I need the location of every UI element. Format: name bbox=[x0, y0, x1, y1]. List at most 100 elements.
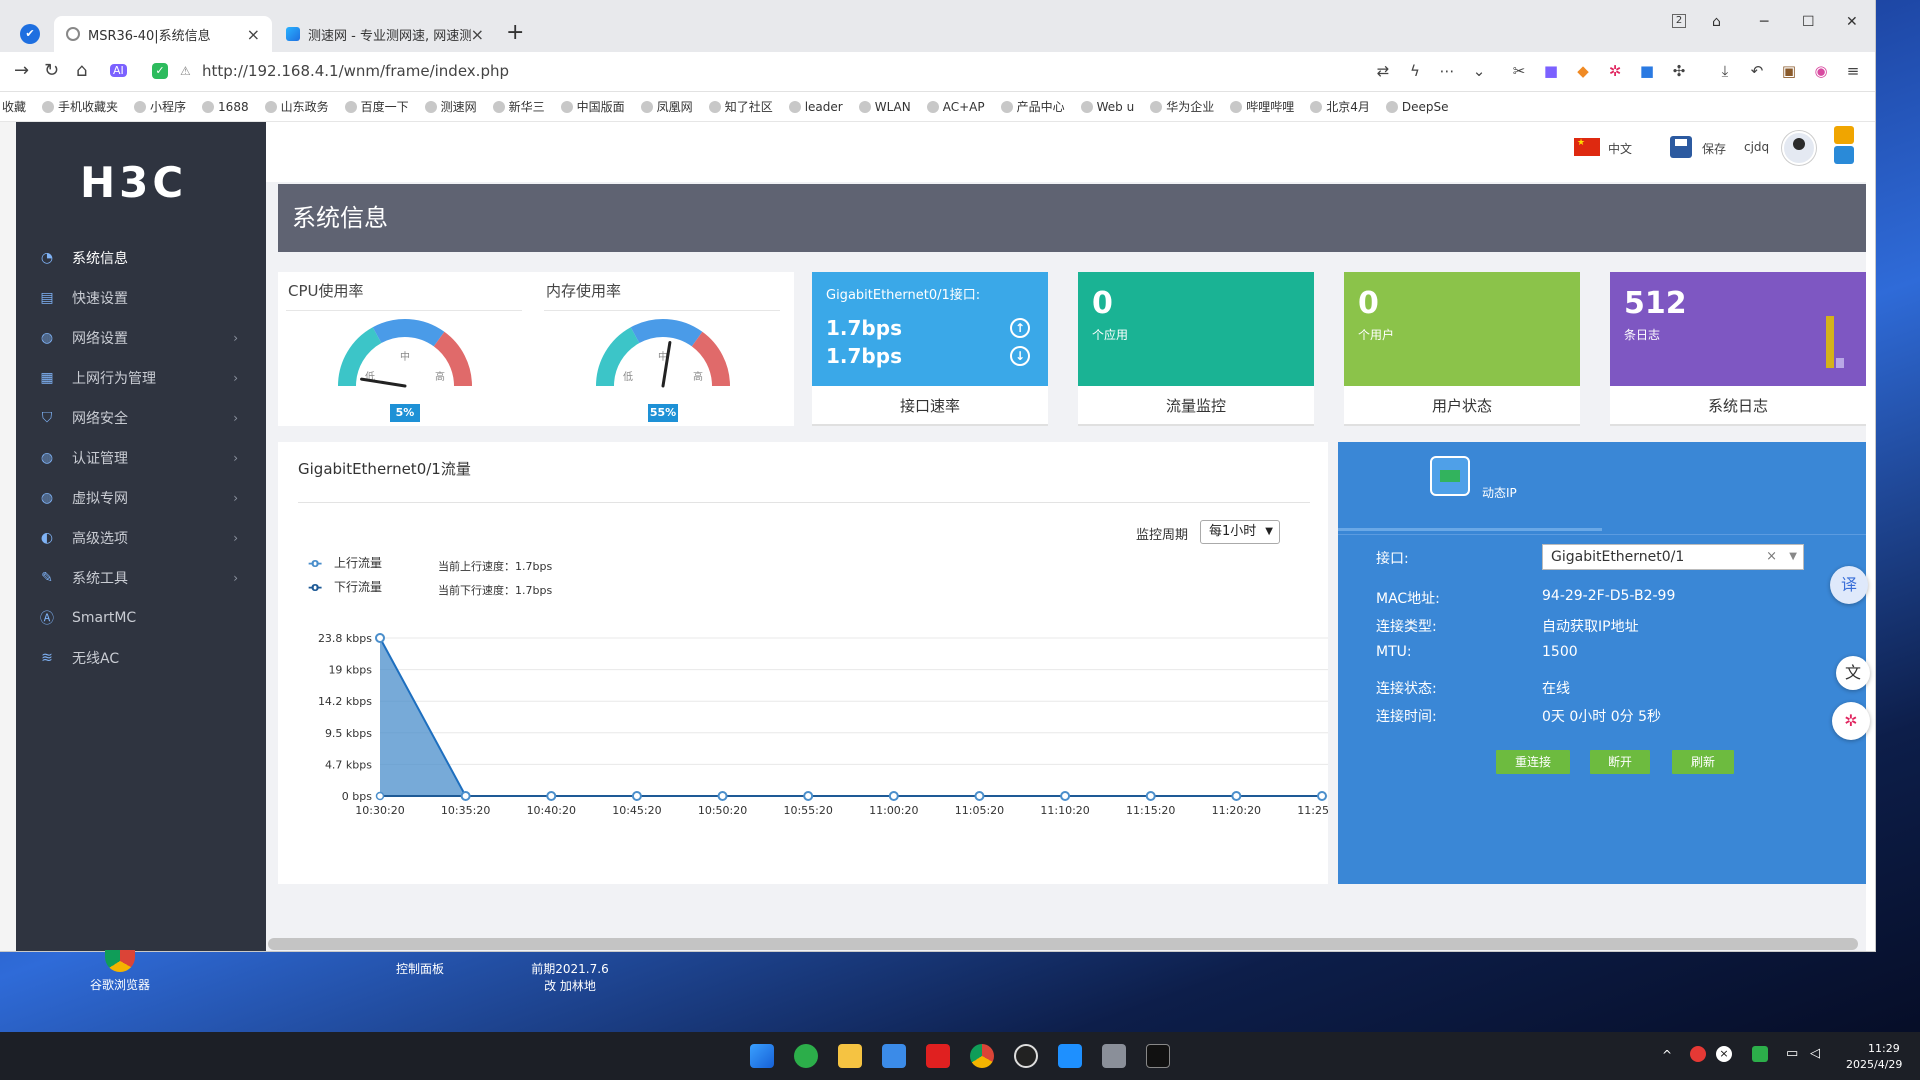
bookmark-item[interactable]: 小程序 bbox=[134, 98, 186, 115]
extension-blue-icon[interactable]: ■ bbox=[1638, 62, 1656, 80]
close-window-icon[interactable]: ✕ bbox=[1846, 14, 1858, 30]
desktop-icon-folder[interactable]: 前期2021.7.6 改 加林地 bbox=[520, 960, 620, 994]
bookmark-item[interactable]: 知了社区 bbox=[708, 98, 773, 115]
folder-icon[interactable] bbox=[838, 1044, 862, 1068]
not-secure-icon[interactable]: ⚠ bbox=[180, 64, 191, 78]
volume-icon[interactable]: ◁ bbox=[1810, 1046, 1820, 1061]
system-log-card[interactable]: 512 条日志 系统日志 bbox=[1610, 272, 1866, 426]
chrome-icon[interactable] bbox=[970, 1044, 994, 1068]
tray-wechat-icon[interactable] bbox=[1752, 1046, 1768, 1062]
menu-icon[interactable]: ≡ bbox=[1844, 62, 1862, 80]
extension-purple-icon[interactable]: ■ bbox=[1542, 62, 1560, 80]
wps-icon[interactable] bbox=[926, 1044, 950, 1068]
qq-icon[interactable] bbox=[1014, 1044, 1038, 1068]
bookmark-item[interactable]: DeepSe bbox=[1385, 100, 1449, 114]
sidebar-item[interactable]: ≋ 无线AC bbox=[16, 638, 266, 678]
connection-mode-label[interactable]: 动态IP bbox=[1482, 484, 1517, 501]
security-shield-icon[interactable]: ✓ bbox=[152, 63, 168, 79]
clock-date[interactable]: 2025/4/29 bbox=[1846, 1058, 1902, 1071]
tray-chevron-icon[interactable]: ^ bbox=[1662, 1048, 1672, 1062]
bookmark-item[interactable]: Web u bbox=[1080, 100, 1134, 114]
ai-float-icon[interactable]: 文 bbox=[1836, 656, 1870, 690]
bookmark-item[interactable]: 新华三 bbox=[492, 98, 545, 115]
sidebar-item[interactable]: ▤ 快速设置 bbox=[16, 278, 266, 318]
minimize-icon[interactable]: ─ bbox=[1760, 14, 1768, 30]
sidebar-item[interactable]: ◍ 认证管理 › bbox=[16, 438, 266, 478]
maximize-icon[interactable]: ☐ bbox=[1802, 14, 1815, 30]
profile-icon[interactable]: ◉ bbox=[1812, 62, 1830, 80]
save-button[interactable]: 保存 bbox=[1702, 140, 1726, 157]
sidebar-item[interactable]: Ⓐ SmartMC bbox=[16, 598, 266, 638]
china-flag-icon[interactable] bbox=[1574, 138, 1600, 156]
bookmark-item[interactable]: 百度一下 bbox=[344, 98, 409, 115]
sidebar-item[interactable]: ✎ 系统工具 › bbox=[16, 558, 266, 598]
shirt-icon[interactable]: ⌂ bbox=[1712, 14, 1721, 30]
scissors-icon[interactable]: ✂ bbox=[1510, 62, 1528, 80]
bookmark-item[interactable]: AC+AP bbox=[926, 100, 985, 114]
new-tab-button[interactable]: + bbox=[506, 20, 524, 45]
translate-float-button[interactable]: 译 bbox=[1830, 566, 1868, 604]
bookmark-item[interactable]: 产品中心 bbox=[1000, 98, 1065, 115]
sidebar-item[interactable]: ◐ 高级选项 › bbox=[16, 518, 266, 558]
reconnect-button[interactable]: 重连接 bbox=[1496, 750, 1570, 774]
browser-taskbar-icon[interactable] bbox=[794, 1044, 818, 1068]
translate-icon[interactable]: ⇄ bbox=[1374, 62, 1392, 80]
chevron-down-icon[interactable]: ⌄ bbox=[1470, 62, 1488, 80]
tray-app-icon[interactable] bbox=[1690, 1046, 1706, 1062]
username-label[interactable]: cjdq bbox=[1744, 140, 1769, 154]
bookmark-item[interactable]: 山东政务 bbox=[264, 98, 329, 115]
more-icon[interactable]: ⋯ bbox=[1438, 62, 1456, 80]
bookmark-item[interactable]: 手机收藏夹 bbox=[42, 98, 118, 115]
extension-nodes-icon[interactable]: ✲ bbox=[1606, 62, 1624, 80]
sidebar-item[interactable]: ◍ 虚拟专网 › bbox=[16, 478, 266, 518]
bookmark-item[interactable]: 华为企业 bbox=[1150, 98, 1214, 115]
refresh-button[interactable]: 刷新 bbox=[1672, 750, 1734, 774]
bookmark-item[interactable]: 北京4月 bbox=[1310, 98, 1370, 115]
lightning-icon[interactable]: ϟ bbox=[1406, 62, 1424, 80]
traffic-monitor-card[interactable]: 0 个应用 流量监控 bbox=[1078, 272, 1314, 426]
horizontal-scrollbar[interactable] bbox=[268, 938, 1858, 950]
language-label[interactable]: 中文 bbox=[1608, 140, 1632, 157]
clear-icon[interactable]: × bbox=[1766, 545, 1777, 569]
sidebar-item[interactable]: ◔ 系统信息 bbox=[16, 238, 266, 278]
chevron-down-icon[interactable]: ▼ bbox=[1789, 545, 1797, 569]
bookmark-item[interactable]: 收藏 bbox=[2, 98, 26, 115]
interface-select[interactable]: GigabitEthernet0/1 × ▼ bbox=[1542, 544, 1804, 570]
reload-icon[interactable]: ↻ bbox=[44, 60, 59, 81]
bookmark-item[interactable]: 中国版面 bbox=[560, 98, 625, 115]
interface-rate-card[interactable]: GigabitEthernet0/1接口: 1.7bps 1.7bps ↑ ↓ … bbox=[812, 272, 1048, 426]
extension-fox-icon[interactable]: ◆ bbox=[1574, 62, 1592, 80]
browser-logo-icon[interactable]: ✔ bbox=[20, 24, 40, 44]
sidebar-item[interactable]: ⛉ 网络安全 › bbox=[16, 398, 266, 438]
briefcase-icon[interactable]: ▣ bbox=[1780, 62, 1798, 80]
url-input[interactable]: http://192.168.4.1/wnm/frame/index.php bbox=[202, 62, 509, 80]
ethernet-port-icon[interactable] bbox=[1430, 456, 1470, 496]
disconnect-button[interactable]: 断开 bbox=[1590, 750, 1650, 774]
close-tab-icon[interactable]: × bbox=[471, 25, 484, 44]
save-icon[interactable] bbox=[1670, 136, 1692, 158]
download-icon[interactable]: ⤓ bbox=[1716, 62, 1734, 80]
forward-icon[interactable]: → bbox=[14, 60, 29, 81]
sidebar-item[interactable]: ▦ 上网行为管理 › bbox=[16, 358, 266, 398]
undo-icon[interactable]: ↶ bbox=[1748, 62, 1766, 80]
sidebar-item[interactable]: ◍ 网络设置 › bbox=[16, 318, 266, 358]
nodes-float-icon[interactable]: ✲ bbox=[1832, 702, 1870, 740]
logout-icon[interactable] bbox=[1834, 146, 1854, 164]
terminal-icon[interactable] bbox=[1146, 1044, 1170, 1068]
tray-close-icon[interactable]: × bbox=[1716, 1046, 1732, 1062]
user-status-card[interactable]: 0 个用户 用户状态 bbox=[1344, 272, 1580, 426]
bookmark-item[interactable]: 凤凰网 bbox=[640, 98, 693, 115]
tab-system-info[interactable]: MSR36-40|系统信息 × bbox=[54, 16, 272, 52]
start-icon[interactable] bbox=[750, 1044, 774, 1068]
avatar[interactable] bbox=[1782, 131, 1816, 165]
ai-icon[interactable]: AI bbox=[110, 64, 127, 77]
feishu-icon[interactable] bbox=[882, 1044, 906, 1068]
bookmark-item[interactable]: WLAN bbox=[858, 100, 911, 114]
bookmark-item[interactable]: leader bbox=[788, 100, 843, 114]
bookmark-item[interactable]: 哔哩哔哩 bbox=[1230, 98, 1294, 115]
bookmark-item[interactable]: 1688 bbox=[202, 100, 249, 114]
close-tab-icon[interactable]: × bbox=[247, 25, 260, 44]
desktop-icon-chrome[interactable]: 谷歌浏览器 bbox=[80, 950, 160, 993]
puzzle-icon[interactable]: ✣ bbox=[1670, 62, 1688, 80]
tab-speedtest[interactable]: 测速网 - 专业测网速, 网速测试 × bbox=[274, 16, 496, 52]
